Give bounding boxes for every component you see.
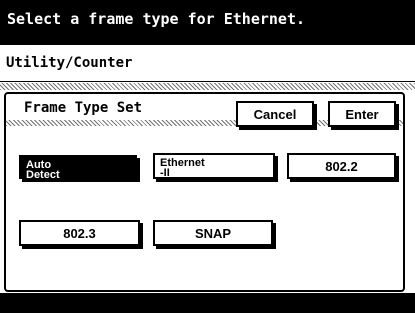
auto-detect-line2: Detect <box>26 169 60 181</box>
instruction-bar: Select a frame type for Ethernet. <box>0 0 415 45</box>
cancel-button[interactable]: Cancel <box>236 101 314 127</box>
bottom-bar <box>0 293 415 313</box>
page-title: Utility/Counter <box>0 45 415 82</box>
enter-button[interactable]: Enter <box>328 101 396 127</box>
ethernet-ii-line2: -II <box>160 167 170 179</box>
ethernet-ii-line1: Ethernet <box>160 157 205 169</box>
802-3-option[interactable]: 802.3 <box>19 220 140 246</box>
auto-detect-option[interactable]: Auto Detect <box>19 155 137 181</box>
802-2-option[interactable]: 802.2 <box>287 153 396 179</box>
screen: Select a frame type for Ethernet. Utilit… <box>0 0 415 313</box>
hatch-divider <box>0 83 415 90</box>
frame-type-panel: Frame Type Set Cancel Enter Auto Detect … <box>4 92 405 292</box>
panel-title: Frame Type Set <box>24 100 143 116</box>
ethernet-ii-option[interactable]: Ethernet -II <box>153 153 275 179</box>
snap-option[interactable]: SNAP <box>153 220 273 246</box>
